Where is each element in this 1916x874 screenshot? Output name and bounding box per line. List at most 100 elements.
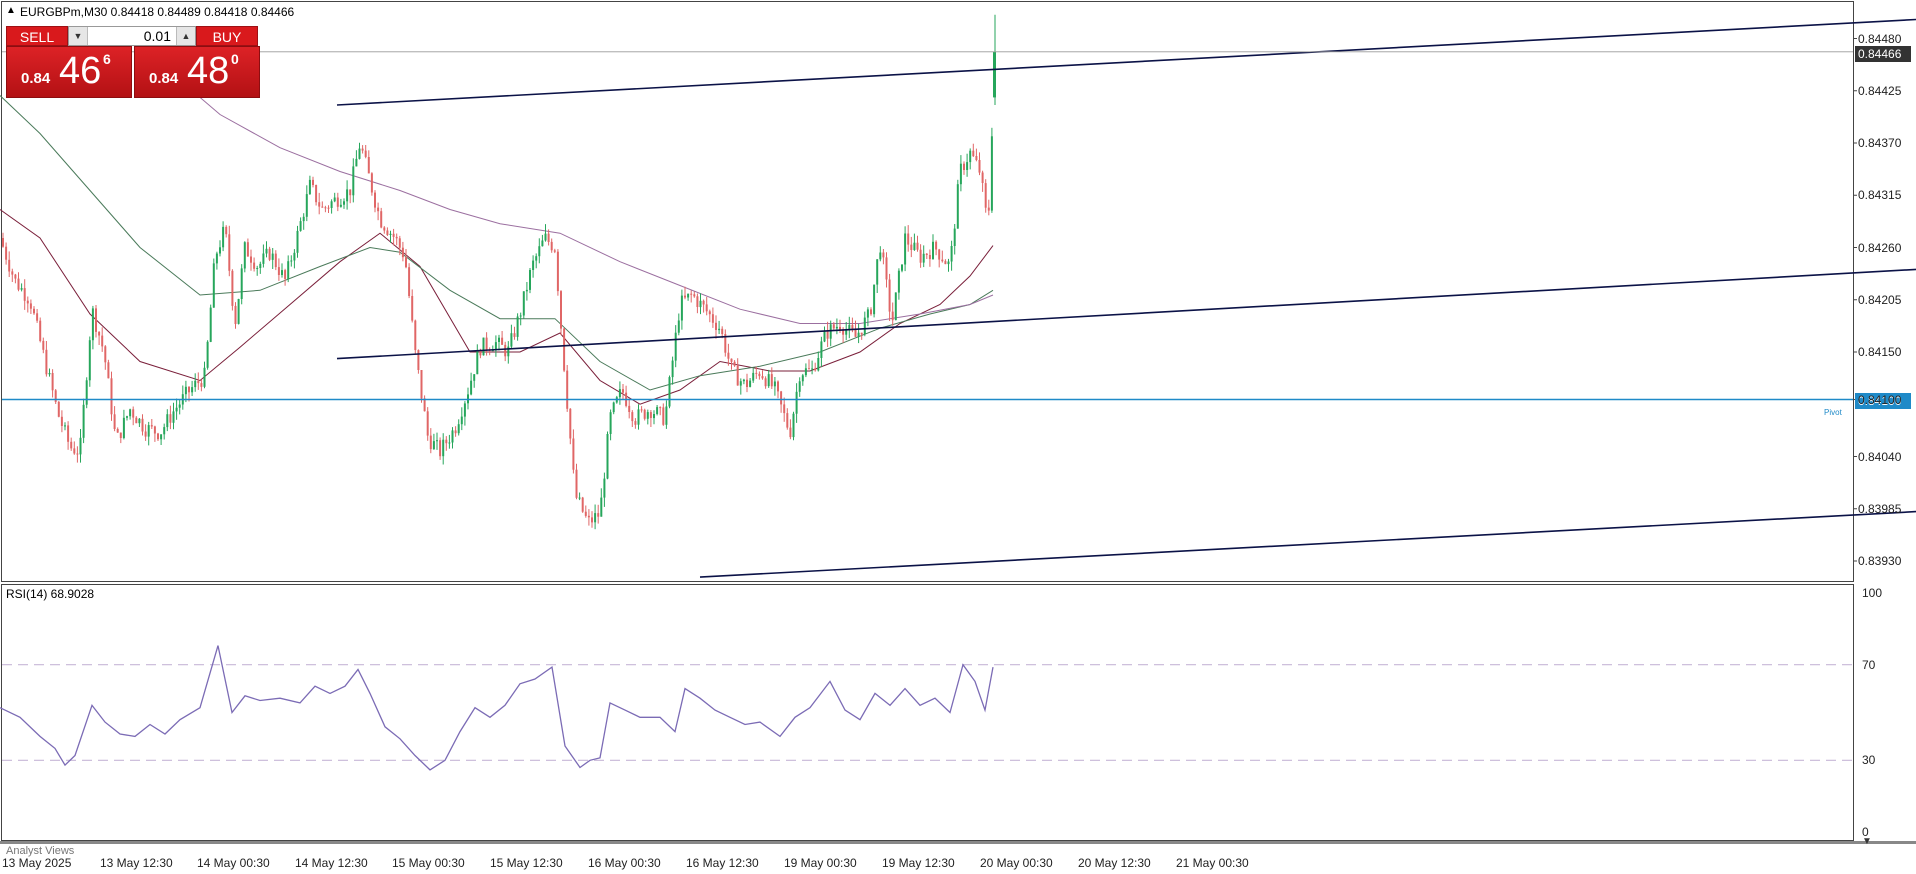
bear-candle (42, 340, 45, 350)
bear-candle (975, 156, 978, 160)
price-axis-label: 0.84150 (1858, 345, 1902, 359)
bear-candle (972, 150, 975, 157)
bear-candle (907, 233, 910, 245)
buy-price-button[interactable]: 0.84 48 0 (134, 46, 260, 98)
bear-candle (693, 294, 696, 297)
bear-candle (2, 238, 4, 247)
bear-candle (786, 413, 789, 428)
lot-increase-icon[interactable]: ▲ (176, 27, 195, 45)
price-axis-label: 0.84040 (1858, 449, 1902, 464)
rsi-axis-label: 100 (1862, 586, 1883, 600)
bear-candle (225, 226, 228, 235)
bull-candle (773, 381, 776, 387)
bull-candle (656, 407, 659, 414)
bull-candle (578, 497, 581, 499)
trend-lines[interactable] (2, 18, 1916, 578)
bear-candle (398, 238, 401, 248)
sell-price-button[interactable]: 0.84 46 6 (6, 46, 132, 98)
rsi-panel (0, 645, 1853, 771)
bull-candle (544, 233, 547, 241)
bull-candle (463, 403, 466, 417)
bull-candle (457, 424, 460, 434)
bull-candle (901, 264, 903, 271)
bull-candle (305, 194, 308, 217)
bear-candle (408, 267, 411, 296)
price-axis-label: 0.84480 (1858, 31, 1902, 46)
bull-candle (606, 434, 609, 479)
bull-candle (668, 377, 671, 407)
bear-candle (513, 333, 516, 337)
bear-candle (628, 405, 631, 412)
collapse-arrow-icon[interactable]: ▲ (6, 5, 16, 16)
bear-candle (8, 259, 11, 272)
sell-button[interactable]: SELL (6, 26, 68, 46)
bull-candle (343, 201, 345, 205)
bear-candle (327, 207, 330, 209)
bull-candle (519, 315, 522, 317)
lot-decrease-icon[interactable]: ▼ (69, 27, 88, 45)
bull-candle (265, 248, 268, 254)
trend-line[interactable] (336, 268, 1916, 360)
bear-candle (454, 430, 457, 434)
bear-candle (95, 308, 97, 332)
bear-candle (26, 300, 29, 304)
bull-candle (811, 368, 814, 370)
bull-candle (215, 253, 218, 264)
bull-candle (873, 284, 876, 315)
bull-candle (308, 179, 311, 195)
lot-size-value[interactable]: 0.01 (144, 27, 171, 45)
bull-candle (442, 439, 445, 457)
bear-candle (135, 417, 138, 424)
bull-candle (897, 270, 900, 293)
rsi-indicator-label: RSI(14) 68.9028 (6, 587, 95, 601)
bear-candle (780, 391, 783, 405)
bull-candle (290, 260, 293, 262)
bear-candle (67, 425, 70, 442)
bear-candle (916, 242, 919, 250)
time-axis-label: 13 May 12:30 (100, 856, 173, 870)
bear-candle (268, 248, 271, 260)
bear-candle (367, 157, 370, 174)
bear-candle (978, 160, 981, 173)
bear-candle (587, 515, 590, 518)
bear-candle (197, 380, 200, 384)
bear-candle (76, 453, 79, 455)
bull-candle (680, 295, 683, 321)
trend-line[interactable] (336, 18, 1916, 106)
bull-candle (541, 240, 544, 247)
bear-candle (721, 328, 724, 334)
bear-candle (550, 241, 553, 251)
bull-candle (358, 148, 361, 159)
bear-candle (395, 236, 398, 239)
bear-candle (935, 241, 938, 250)
bull-candle (184, 386, 187, 395)
bear-candle (321, 206, 324, 208)
bear-candle (98, 331, 101, 336)
bull-candle (671, 360, 674, 378)
time-axis-label: 20 May 00:30 (980, 856, 1053, 870)
bear-candle (14, 274, 17, 279)
chart-canvas[interactable] (0, 0, 1916, 874)
trend-line[interactable] (699, 510, 1916, 578)
bear-candle (981, 172, 984, 183)
bear-candle (392, 233, 395, 237)
bear-candle (377, 207, 380, 212)
bear-candle (984, 183, 987, 208)
bull-candle (507, 346, 510, 357)
lot-size-input[interactable]: ▼ 0.01 ▲ (68, 26, 196, 46)
bear-candle (705, 304, 708, 312)
bull-candle (969, 150, 972, 163)
bear-candle (253, 262, 256, 269)
price-axis-label: 0.84315 (1858, 188, 1902, 203)
bear-candle (411, 296, 414, 321)
time-axis-label: 15 May 00:30 (392, 856, 465, 870)
bull-candle (389, 233, 392, 235)
price-axis-label: 0.84260 (1858, 240, 1902, 255)
buy-button[interactable]: BUY (196, 26, 258, 46)
bull-candle (240, 268, 243, 299)
bull-candle (529, 270, 531, 290)
chart-frame (0, 1, 1916, 844)
bull-candle (594, 513, 597, 523)
bull-candle (296, 230, 299, 253)
time-axis-label: 21 May 00:30 (1176, 856, 1249, 870)
